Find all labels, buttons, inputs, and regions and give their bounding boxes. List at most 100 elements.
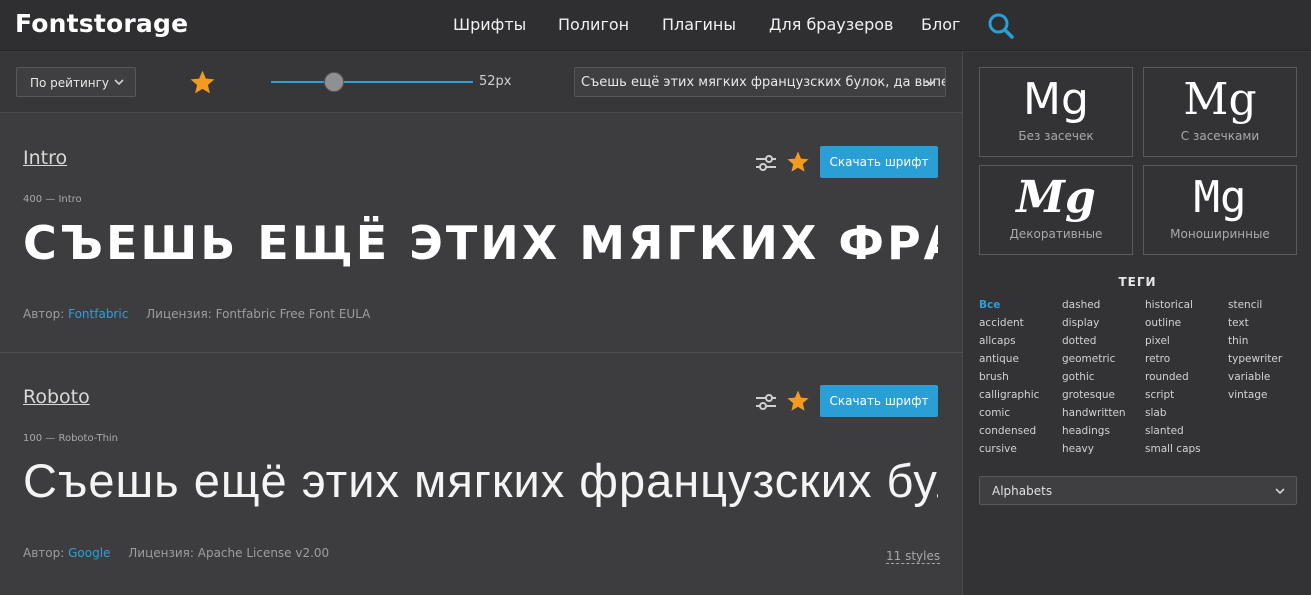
tag-link[interactable]: thin [1228, 334, 1310, 352]
author-label: Автор: [23, 546, 65, 560]
sample-text-value: Съешь ещё этих мягких французских булок,… [581, 75, 945, 90]
font-meta: Автор: Fontfabric Лицензия: Fontfabric F… [23, 307, 370, 321]
tag-link[interactable]: geometric [1062, 352, 1144, 370]
tag-link[interactable]: accident [979, 316, 1061, 334]
settings-sliders-icon[interactable] [755, 391, 777, 413]
font-style-name: — Intro [45, 194, 82, 205]
category-monospace[interactable]: Mg Моноширинные [1143, 165, 1297, 255]
nav-item-fonts[interactable]: Шрифты [453, 15, 526, 34]
nav-item-polygon[interactable]: Полигон [558, 15, 629, 34]
tag-link[interactable]: text [1228, 316, 1310, 334]
category-label: Моноширинные [1170, 227, 1270, 241]
sample-text-dropdown[interactable]: Съешь ещё этих мягких французских булок,… [574, 67, 946, 97]
tag-column: dashed display dotted geometric gothic g… [1062, 298, 1144, 460]
tag-link[interactable]: stencil [1228, 298, 1310, 316]
tag-link[interactable]: Все [979, 298, 1061, 316]
tag-link[interactable]: antique [979, 352, 1061, 370]
font-weight-label: 400 — Intro [23, 194, 82, 205]
author-link[interactable]: Fontfabric [68, 307, 128, 321]
tag-column: stencil text thin typewriter variable vi… [1228, 298, 1310, 406]
category-label: Декоративные [1009, 227, 1103, 241]
download-font-button[interactable]: Скачать шрифт [820, 385, 938, 417]
font-weight-label: 100 — Roboto-Thin [23, 433, 118, 444]
tag-link[interactable]: variable [1228, 370, 1310, 388]
category-label: С засечками [1180, 129, 1260, 143]
tag-link[interactable]: pixel [1145, 334, 1227, 352]
tag-link[interactable]: vintage [1228, 388, 1310, 406]
chevron-down-icon [114, 79, 124, 86]
tag-link[interactable]: cursive [979, 442, 1061, 460]
license-text: Лицензия: Fontfabric Free Font EULA [146, 307, 371, 321]
font-size-slider-track[interactable] [271, 81, 473, 83]
tag-link[interactable]: slab [1145, 406, 1227, 424]
font-list-area: По рейтингу 52px Съешь ещё этих мягких ф… [0, 52, 962, 595]
sort-dropdown[interactable]: По рейтингу [16, 67, 136, 97]
font-size-value: 52px [479, 74, 512, 89]
font-card: Intro Скачать шрифт 400 — Intro Съешь ещ… [0, 114, 962, 353]
category-decorative[interactable]: Mg Декоративные [979, 165, 1133, 255]
tag-link[interactable]: grotesque [1062, 388, 1144, 406]
category-label: Без засечек [1018, 129, 1094, 143]
nav-item-plugins[interactable]: Плагины [662, 15, 736, 34]
settings-sliders-icon[interactable] [755, 152, 777, 174]
font-style-name: — Roboto-Thin [45, 433, 119, 444]
tag-link[interactable]: display [1062, 316, 1144, 334]
chevron-down-icon [925, 79, 936, 86]
font-sample-text: Съешь ещё этих мягких французских булок [23, 454, 938, 507]
download-font-button[interactable]: Скачать шрифт [820, 146, 938, 178]
font-sample-text: Съешь ещё этих мягких французских булок [23, 216, 938, 270]
tag-link[interactable]: slanted [1145, 424, 1227, 442]
top-header: Fontstorage Шрифты Полигон Плагины Для б… [0, 0, 1311, 51]
tag-column: historical outline pixel retro rounded s… [1145, 298, 1227, 460]
search-icon[interactable] [986, 11, 1016, 41]
tag-link[interactable]: outline [1145, 316, 1227, 334]
tag-link[interactable]: brush [979, 370, 1061, 388]
tag-link[interactable]: heavy [1062, 442, 1144, 460]
category-glyph: Mg [1183, 74, 1257, 125]
tag-link[interactable]: allcaps [979, 334, 1061, 352]
font-name-link[interactable]: Intro [23, 147, 67, 169]
filter-sidebar: Mg Без засечек Mg С засечками Mg Декорат… [962, 52, 1311, 595]
tag-link[interactable]: historical [1145, 298, 1227, 316]
nav-item-browsers[interactable]: Для браузеров [769, 15, 893, 34]
tag-link[interactable]: script [1145, 388, 1227, 406]
nav-item-blog[interactable]: Блог [921, 15, 960, 34]
category-glyph: Mg [1016, 172, 1096, 223]
tag-link[interactable]: dashed [1062, 298, 1144, 316]
tag-link[interactable]: small caps [1145, 442, 1227, 460]
category-glyph: Mg [1193, 172, 1247, 223]
chevron-down-icon [1275, 488, 1285, 495]
alphabet-dropdown[interactable]: Alphabets [979, 476, 1297, 505]
tag-link[interactable]: rounded [1145, 370, 1227, 388]
tag-link[interactable]: retro [1145, 352, 1227, 370]
tag-link[interactable]: typewriter [1228, 352, 1310, 370]
category-sans-serif[interactable]: Mg Без засечек [979, 67, 1133, 157]
author-link[interactable]: Google [68, 546, 110, 560]
tag-link[interactable]: headings [1062, 424, 1144, 442]
main-nav: Шрифты Полигон Плагины Для браузеров Бло… [0, 15, 1311, 35]
sort-dropdown-value: По рейтингу [30, 76, 110, 90]
font-name-link[interactable]: Roboto [23, 386, 90, 408]
alphabet-dropdown-value: Alphabets [992, 484, 1053, 498]
tag-column: Все accident allcaps antique brush calli… [979, 298, 1061, 460]
tags-heading: ТЕГИ [1118, 275, 1157, 289]
tag-link[interactable]: handwritten [1062, 406, 1144, 424]
font-weight-value: 400 [23, 194, 43, 205]
tag-link[interactable]: calligraphic [979, 388, 1061, 406]
tag-link[interactable]: dotted [1062, 334, 1144, 352]
styles-count-link[interactable]: 11 styles [886, 549, 941, 564]
tag-link[interactable]: condensed [979, 424, 1061, 442]
author-label: Автор: [23, 307, 65, 321]
font-size-slider-handle[interactable] [324, 72, 344, 92]
filter-toolbar: По рейтингу 52px Съешь ещё этих мягких ф… [0, 52, 962, 113]
font-meta: Автор: Google Лицензия: Apache License v… [23, 546, 329, 560]
font-weight-value: 100 [23, 433, 43, 444]
category-serif[interactable]: Mg С засечками [1143, 67, 1297, 157]
tag-link[interactable]: gothic [1062, 370, 1144, 388]
favorites-star-icon[interactable] [189, 69, 216, 96]
favorite-star-icon[interactable] [786, 389, 810, 413]
tag-link[interactable]: comic [979, 406, 1061, 424]
license-text: Лицензия: Apache License v2.00 [128, 546, 330, 560]
favorite-star-icon[interactable] [786, 150, 810, 174]
font-card: Roboto Скачать шрифт 100 — Roboto-Thin С… [0, 353, 962, 592]
